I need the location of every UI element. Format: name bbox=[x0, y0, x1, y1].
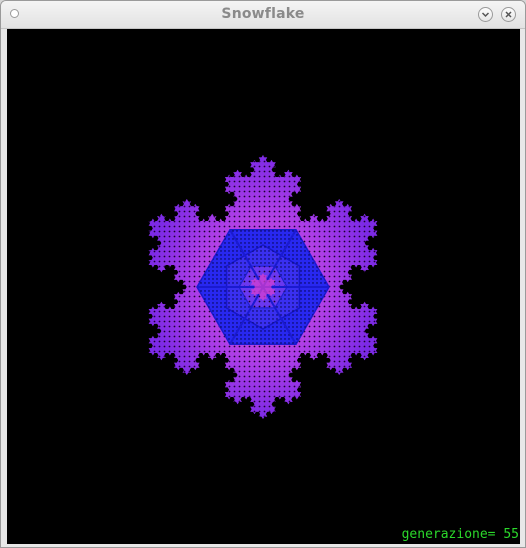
chevron-down-icon bbox=[481, 12, 490, 18]
close-icon bbox=[505, 11, 512, 18]
app-window: Snowflake generazione= 55 bbox=[0, 0, 526, 548]
title-bar[interactable]: Snowflake bbox=[1, 1, 525, 29]
window-title: Snowflake bbox=[221, 6, 305, 22]
fractal-group bbox=[148, 155, 378, 419]
generation-counter: generazione= 55 bbox=[401, 527, 519, 542]
minimize-button[interactable] bbox=[478, 7, 493, 22]
snowflake-fractal bbox=[148, 155, 378, 419]
close-button[interactable] bbox=[501, 7, 516, 22]
drawing-canvas[interactable]: generazione= 55 bbox=[7, 29, 520, 544]
